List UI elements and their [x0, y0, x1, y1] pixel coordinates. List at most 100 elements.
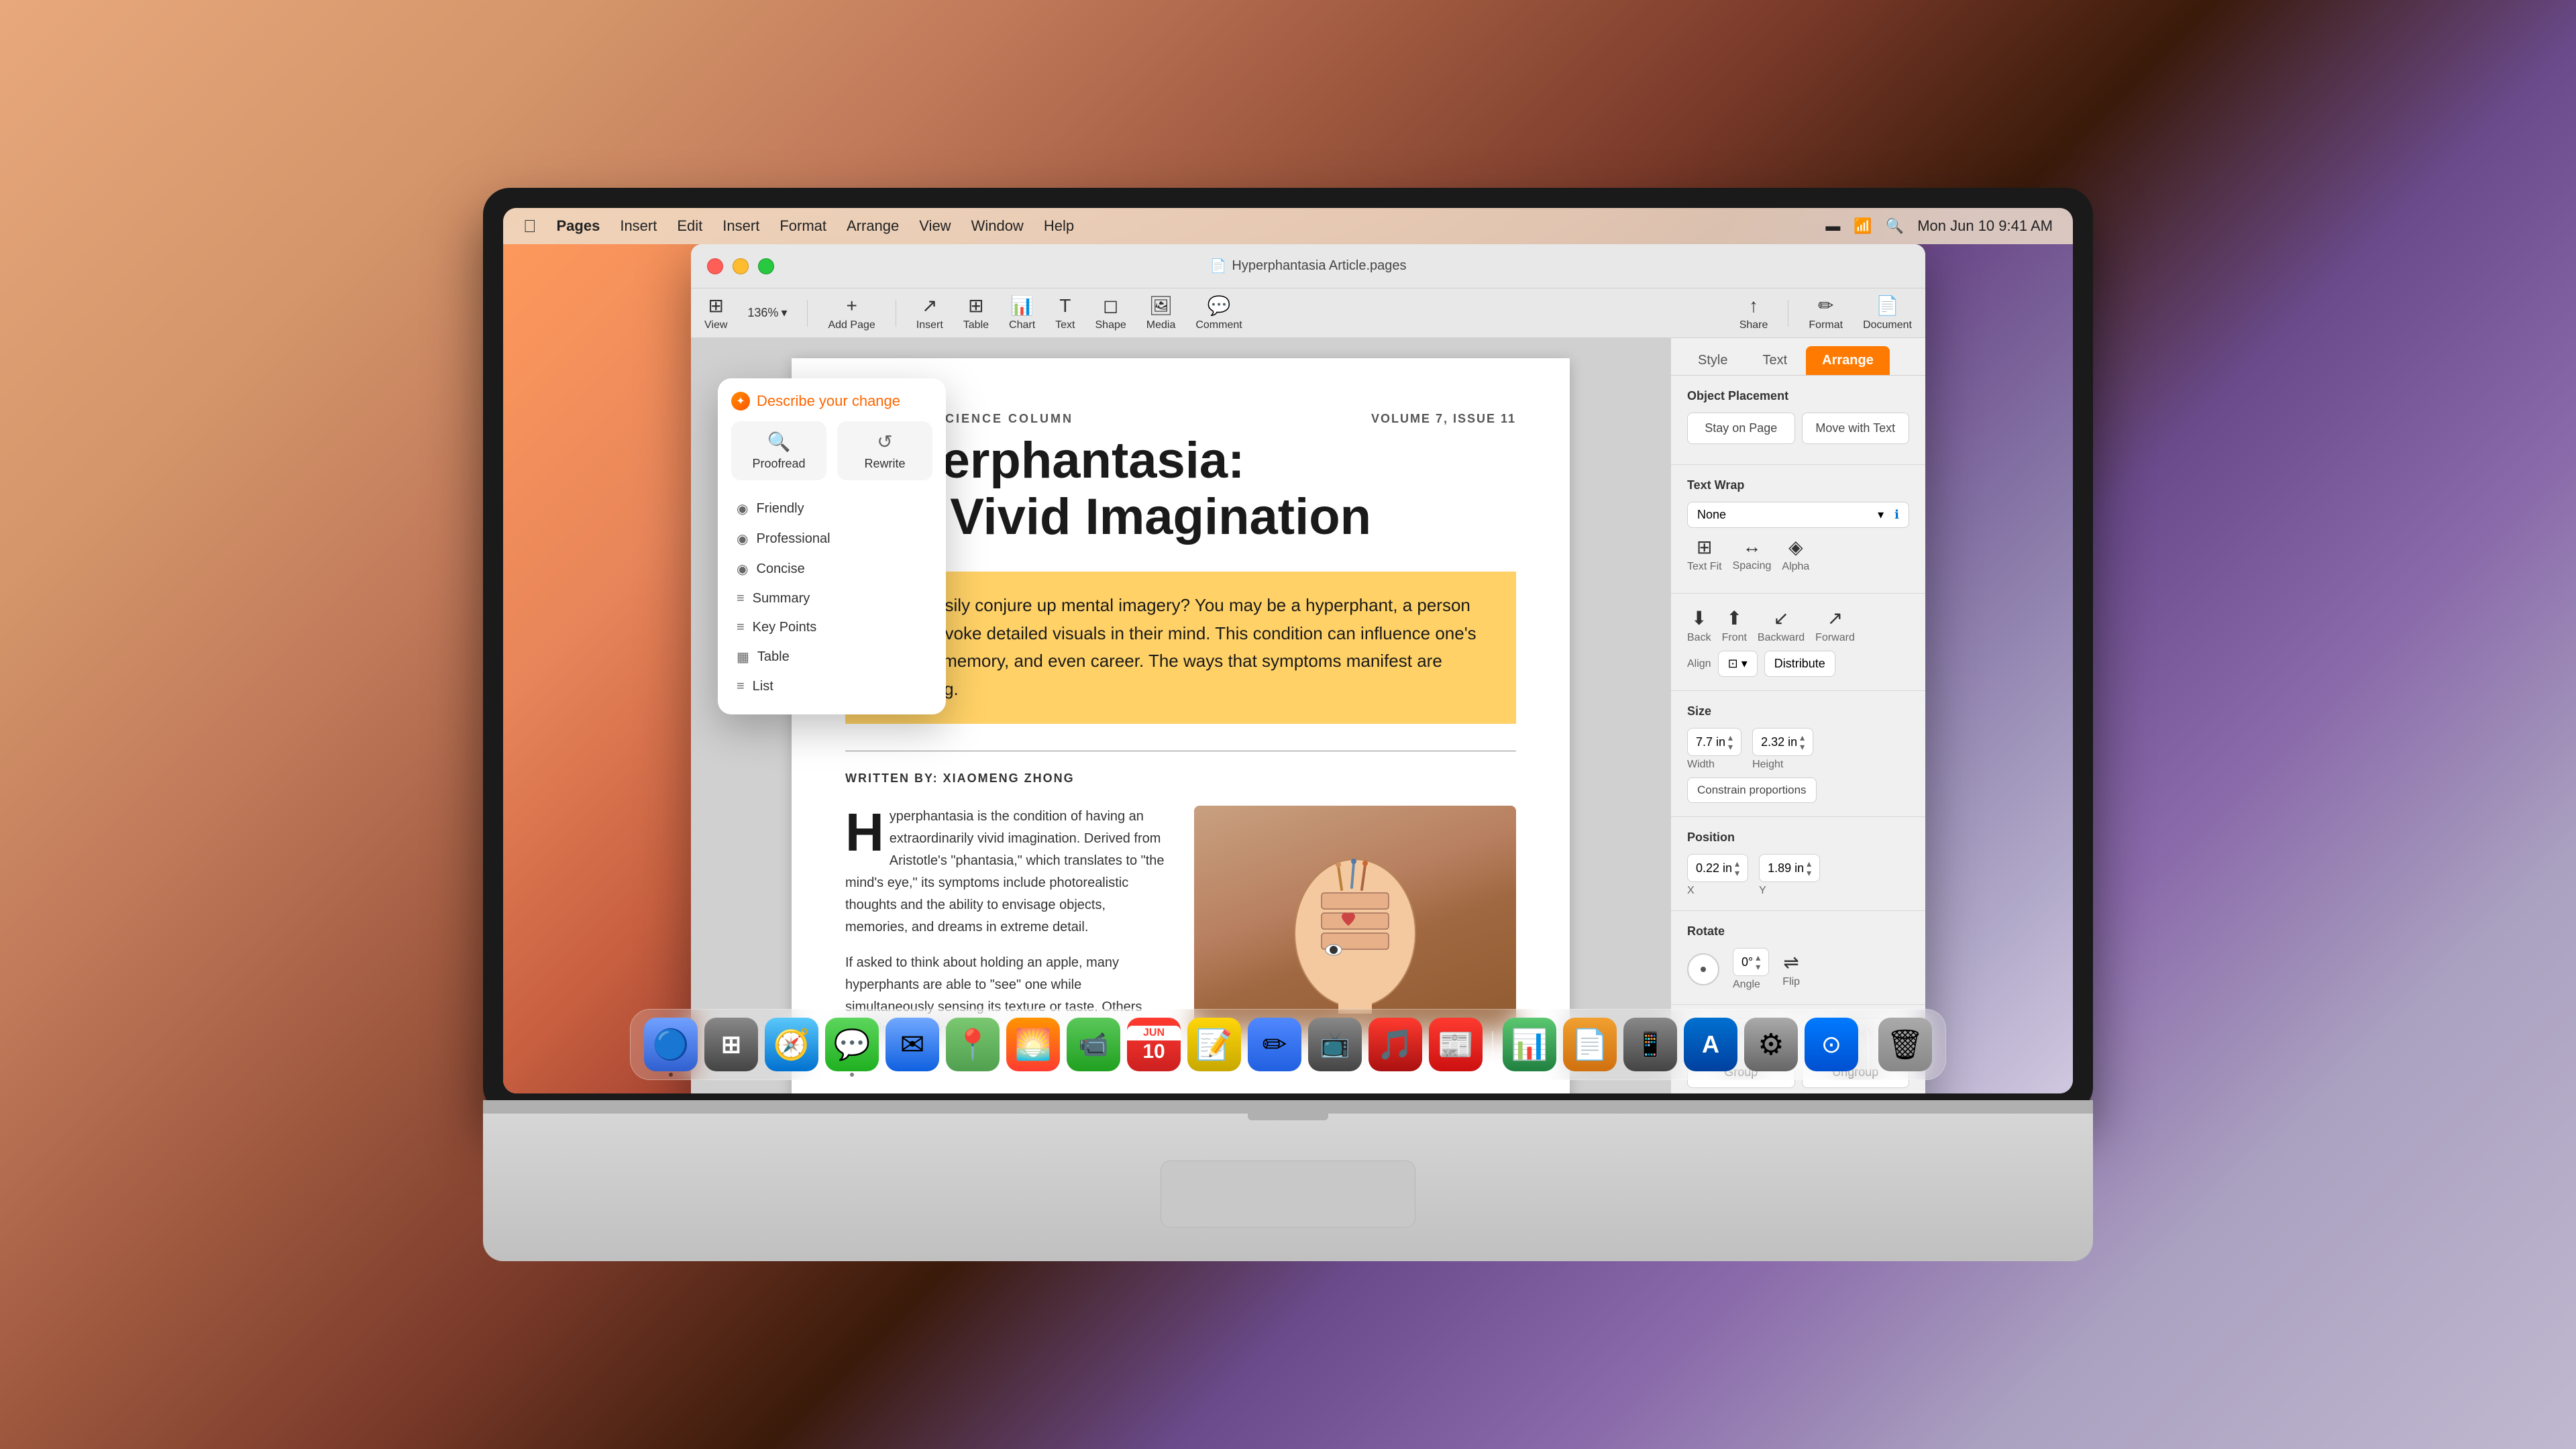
height-stepper[interactable]: ▴ ▾	[1800, 733, 1805, 751]
height-stepper-down[interactable]: ▾	[1800, 742, 1805, 751]
menu-view[interactable]: View	[919, 217, 951, 235]
ai-menu-professional[interactable]: ◉ Professional	[731, 524, 932, 554]
height-input[interactable]: 2.32 in ▴ ▾	[1752, 728, 1813, 756]
toolbar-add-page[interactable]: + Add Page	[828, 295, 875, 331]
x-stepper[interactable]: ▴ ▾	[1735, 859, 1739, 877]
angle-stepper[interactable]: ▴ ▾	[1756, 953, 1760, 971]
body-paragraph-1[interactable]: H yperphantasia is the condition of havi…	[845, 806, 1167, 938]
dock-maps[interactable]: 📍	[946, 1018, 1000, 1071]
apple-menu[interactable]: 	[523, 216, 537, 237]
dock-mirror-magnet[interactable]: 📱	[1623, 1018, 1677, 1071]
proofread-button[interactable]: 🔍 Proofread	[731, 421, 826, 480]
angle-input[interactable]: 0° ▴ ▾	[1733, 948, 1769, 976]
zoom-control[interactable]: 136% ▾	[747, 306, 787, 320]
rewrite-button[interactable]: ↺ Rewrite	[837, 421, 932, 480]
ai-menu-summary[interactable]: ≡ Summary	[731, 584, 932, 613]
distribute-button[interactable]: Distribute	[1764, 651, 1835, 677]
dock-news[interactable]: 📰	[1429, 1018, 1483, 1071]
rotate-dial[interactable]	[1687, 953, 1719, 985]
tab-text[interactable]: Text	[1746, 346, 1803, 375]
y-stepper-down[interactable]: ▾	[1807, 868, 1811, 877]
width-stepper-up[interactable]: ▴	[1728, 733, 1733, 742]
brain-image[interactable]	[1194, 806, 1516, 1034]
menu-pages[interactable]: Pages	[557, 217, 600, 235]
menu-window[interactable]: Window	[971, 217, 1024, 235]
toolbar-share[interactable]: ↑ Share	[1739, 295, 1768, 331]
x-stepper-down[interactable]: ▾	[1735, 868, 1739, 877]
dock-accessibility[interactable]: ⊙	[1805, 1018, 1858, 1071]
spacing-btn[interactable]: ↔ Spacing	[1733, 536, 1772, 573]
toolbar-text[interactable]: T Text	[1055, 295, 1075, 331]
toolbar-media[interactable]: 🖼 Media	[1146, 294, 1176, 331]
minimize-button[interactable]	[733, 258, 749, 274]
dock-facetime[interactable]: 📹	[1067, 1018, 1120, 1071]
dock-calendar[interactable]: JUN 10	[1127, 1018, 1181, 1071]
document-area[interactable]: ✦ Describe your change 🔍 Proofread ↺	[691, 338, 1670, 1093]
text-fit-btn[interactable]: ⊞ Text Fit	[1687, 536, 1722, 573]
align-select[interactable]: ⊡ ▾	[1718, 651, 1758, 677]
close-button[interactable]	[707, 258, 723, 274]
dock-finder[interactable]: 🔵	[644, 1018, 698, 1071]
ai-menu-concise[interactable]: ◉ Concise	[731, 554, 932, 584]
toolbar-insert[interactable]: ↗ Insert	[916, 294, 943, 331]
toolbar-comment[interactable]: 💬 Comment	[1195, 294, 1242, 331]
menu-edit[interactable]: Edit	[677, 217, 702, 235]
wrap-select[interactable]: None ▾ ℹ	[1687, 502, 1909, 528]
toolbar-shape[interactable]: ◻ Shape	[1095, 294, 1126, 331]
constrain-proportions-button[interactable]: Constrain proportions	[1687, 777, 1817, 803]
dock-appstore[interactable]: A	[1684, 1018, 1737, 1071]
dock-messages[interactable]: 💬	[825, 1018, 879, 1071]
alpha-btn[interactable]: ◈ Alpha	[1782, 536, 1809, 573]
backward-button[interactable]: ↙ Backward	[1758, 607, 1805, 644]
ai-menu-table[interactable]: ▦ Table	[731, 642, 932, 672]
dock-numbers[interactable]: 📊	[1503, 1018, 1556, 1071]
height-stepper-up[interactable]: ▴	[1800, 733, 1805, 742]
menu-file[interactable]: Insert	[620, 217, 657, 235]
dock-photos[interactable]: 🌅	[1006, 1018, 1060, 1071]
x-input[interactable]: 0.22 in ▴ ▾	[1687, 854, 1748, 882]
toolbar-document[interactable]: 📄 Document	[1863, 294, 1912, 331]
dock-safari[interactable]: 🧭	[765, 1018, 818, 1071]
fullscreen-button[interactable]	[758, 258, 774, 274]
toolbar-view[interactable]: ⊞ View	[704, 294, 727, 331]
x-stepper-up[interactable]: ▴	[1735, 859, 1739, 868]
dock-mail[interactable]: ✉	[885, 1018, 939, 1071]
angle-stepper-down[interactable]: ▾	[1756, 962, 1760, 971]
menu-help[interactable]: Help	[1044, 217, 1074, 235]
dock-settings[interactable]: ⚙	[1744, 1018, 1798, 1071]
forward-button[interactable]: ↗ Forward	[1815, 607, 1855, 644]
search-icon[interactable]: 🔍	[1886, 217, 1904, 235]
ai-menu-list[interactable]: ≡ List	[731, 672, 932, 701]
move-with-text-button[interactable]: Move with Text	[1802, 413, 1910, 444]
dock-notes[interactable]: 📝	[1187, 1018, 1241, 1071]
y-stepper-up[interactable]: ▴	[1807, 859, 1811, 868]
toolbar-format[interactable]: ✏ Format	[1809, 294, 1843, 331]
menu-insert[interactable]: Insert	[722, 217, 759, 235]
ai-menu-friendly[interactable]: ◉ Friendly	[731, 494, 932, 524]
ai-menu-keypoints[interactable]: ≡ Key Points	[731, 613, 932, 642]
dock-freeform[interactable]: ✏	[1248, 1018, 1301, 1071]
dock-tv[interactable]: 📺	[1308, 1018, 1362, 1071]
dock-trash[interactable]: 🗑	[1878, 1018, 1932, 1071]
stay-on-page-button[interactable]: Stay on Page	[1687, 413, 1795, 444]
dock-launchpad[interactable]: ⊞	[704, 1018, 758, 1071]
highlighted-paragraph[interactable]: Do you easily conjure up mental imagery?…	[845, 572, 1516, 723]
toolbar-chart[interactable]: 📊 Chart	[1009, 294, 1035, 331]
width-stepper[interactable]: ▴ ▾	[1728, 733, 1733, 751]
toolbar-table[interactable]: ⊞ Table	[963, 294, 989, 331]
back-button[interactable]: ⬇ Back	[1687, 607, 1711, 644]
trackpad[interactable]	[1161, 1161, 1415, 1228]
y-input[interactable]: 1.89 in ▴ ▾	[1759, 854, 1820, 882]
tab-style[interactable]: Style	[1682, 346, 1743, 375]
menu-format[interactable]: Format	[780, 217, 826, 235]
flip-button[interactable]: ⇌ Flip	[1782, 951, 1800, 988]
menu-arrange[interactable]: Arrange	[847, 217, 899, 235]
y-stepper[interactable]: ▴ ▾	[1807, 859, 1811, 877]
dock-pages[interactable]: 📄	[1563, 1018, 1617, 1071]
width-stepper-down[interactable]: ▾	[1728, 742, 1733, 751]
tab-arrange[interactable]: Arrange	[1806, 346, 1890, 375]
dock-music[interactable]: 🎵	[1368, 1018, 1422, 1071]
width-input[interactable]: 7.7 in ▴ ▾	[1687, 728, 1741, 756]
angle-stepper-up[interactable]: ▴	[1756, 953, 1760, 962]
front-button[interactable]: ⬆ Front	[1722, 607, 1747, 644]
